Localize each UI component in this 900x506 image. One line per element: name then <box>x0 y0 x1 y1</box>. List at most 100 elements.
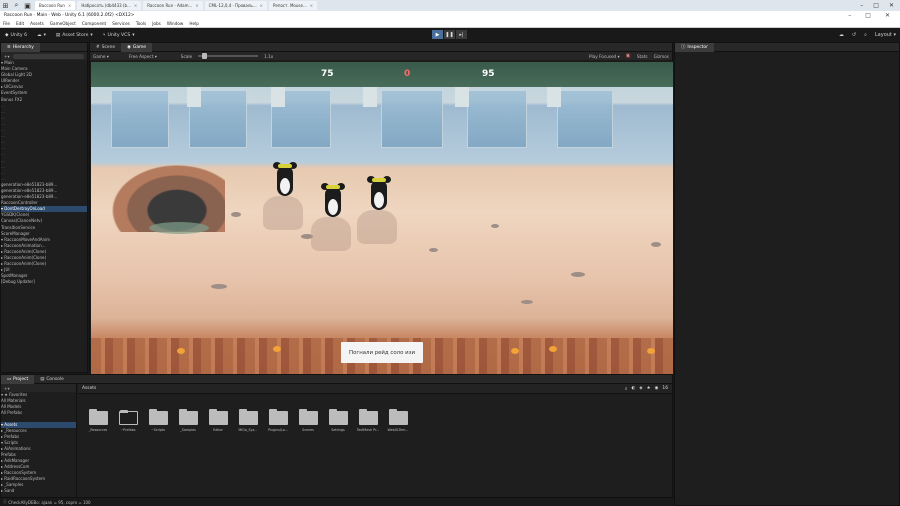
folder-item[interactable]: WebGLTem... <box>388 409 408 432</box>
aspect-dropdown[interactable]: Free Aspect ▾ <box>129 54 157 59</box>
project-tree-row[interactable]: ▸ Sand <box>1 488 76 494</box>
flower <box>647 348 655 354</box>
window-maximize-icon[interactable]: □ <box>865 12 871 19</box>
step-button[interactable]: ▸| <box>456 30 467 39</box>
menu-item-gameobject[interactable]: GameObject <box>50 21 76 26</box>
folder-item[interactable]: Editor <box>208 409 228 432</box>
rock <box>491 224 499 228</box>
folder-label: Plugins/Lo... <box>268 428 288 432</box>
display-label: Game <box>93 53 106 59</box>
layout-dropdown[interactable]: Layout ▾ <box>875 32 896 38</box>
minimize-icon[interactable]: – <box>860 2 863 9</box>
unity-logo-icon: ◆ <box>5 32 9 38</box>
hierarchy-search-input[interactable] <box>12 53 84 59</box>
display-dropdown[interactable]: Game ▾ <box>93 54 109 59</box>
star-icon[interactable]: ★ <box>647 386 651 392</box>
browser-tab[interactable]: Baccoon Run × <box>35 1 76 10</box>
folder-item[interactable]: ~Prefabs <box>118 410 138 432</box>
windows-start-icon[interactable]: ⊞ <box>0 0 11 11</box>
wall-panel <box>111 90 169 148</box>
menu-item-assets[interactable]: Assets <box>30 21 44 26</box>
folder-item[interactable]: Scenes <box>298 409 318 432</box>
stone-arch <box>105 160 225 232</box>
folder-item[interactable]: Plugins/Lo... <box>268 409 288 432</box>
browser-tab[interactable]: Raccoon Run · Adam... × <box>143 1 203 10</box>
cloud-button[interactable]: ☁ ▾ <box>32 30 51 40</box>
folder-icon <box>358 409 378 425</box>
asset-store-button[interactable]: ▤ Asset Store ▾ <box>51 30 98 40</box>
folder-label: Scenes <box>302 428 314 432</box>
taskview-icon[interactable]: ▣ <box>22 0 33 11</box>
tab-close-icon[interactable]: × <box>195 3 198 8</box>
scale-slider[interactable] <box>198 53 259 59</box>
list-icon: ≡ <box>7 44 11 50</box>
folder-item[interactable]: TextMesh Pr... <box>357 409 379 432</box>
menu-item-edit[interactable]: Edit <box>16 21 24 26</box>
window-close-icon[interactable]: ✕ <box>885 12 890 19</box>
score-middle: 0 <box>404 69 411 79</box>
eye-icon[interactable]: ◉ <box>655 386 659 392</box>
tab-project[interactable]: ▭ Project <box>1 374 35 384</box>
tab-close-icon[interactable]: × <box>260 3 263 8</box>
tab-close-icon[interactable]: × <box>310 3 313 8</box>
add-icon[interactable]: +▾ <box>4 54 10 59</box>
menu-item-jobs[interactable]: Jobs <box>152 21 161 26</box>
os-window-controls: – □ ✕ <box>860 2 900 9</box>
wall-panel <box>381 90 443 148</box>
tab-close-icon[interactable]: × <box>68 3 71 8</box>
maximize-icon[interactable]: □ <box>873 2 879 9</box>
account-button[interactable]: ◆ Unity 6 <box>0 30 32 40</box>
browser-tab[interactable]: Репост. Mouse... × <box>268 1 318 10</box>
folder-item[interactable]: _Resources <box>88 409 108 432</box>
game-tabbar: # Scene ◉ Game <box>90 42 672 52</box>
services-icon[interactable]: ☁ <box>839 32 844 38</box>
menu-item-file[interactable]: File <box>3 21 10 26</box>
tab-close-icon[interactable]: × <box>134 3 137 8</box>
folder-item[interactable]: MiGa_Sys... <box>238 409 258 432</box>
play-button[interactable]: ▶ <box>432 30 443 39</box>
folder-item[interactable]: Settings <box>328 409 348 432</box>
menu-item-services[interactable]: Services <box>112 21 130 26</box>
menu-item-help[interactable]: Help <box>189 21 199 26</box>
stats-button[interactable]: Stats <box>637 54 648 59</box>
folder-item[interactable]: ~Scripts <box>148 409 168 432</box>
menu-item-component[interactable]: Component <box>82 21 106 26</box>
scale-slider-knob[interactable] <box>202 53 208 59</box>
browser-tab-label: Raccoon Run · Adam... <box>147 3 193 8</box>
browser-tab[interactable]: CML-12,0,4 · Проваль... × <box>204 1 267 10</box>
status-message[interactable]: CheckAllyDEBo: ajaan = 95, copro = 100 <box>8 500 90 505</box>
mute-icon[interactable]: 🔇 <box>626 53 631 59</box>
search-global-icon[interactable]: ⌕ <box>864 32 867 38</box>
hierarchy-row[interactable]: [Debug Updater] <box>1 279 87 285</box>
score-bar <box>91 62 673 87</box>
vcs-button[interactable]: ⑂ Unity VCS ▾ <box>98 30 140 40</box>
search-icon[interactable]: ⌕ <box>625 386 627 392</box>
search-icon[interactable]: ⌕ <box>11 0 22 11</box>
label-icon[interactable]: ◈ <box>639 386 642 392</box>
history-icon[interactable]: ↺ <box>852 32 856 38</box>
browser-tab-label: CML-12,0,4 · Проваль... <box>208 3 257 8</box>
menu-item-window[interactable]: Window <box>167 21 184 26</box>
project-panel: ▭ Project ▤ Console +▾ ▾ ★ Favorites All M… <box>0 374 673 499</box>
play-focused-dropdown[interactable]: Play Focused ▾ <box>589 54 620 59</box>
tab-game[interactable]: ◉ Game <box>121 42 152 52</box>
browser-tab-label: Baccoon Run <box>39 3 65 8</box>
tab-hierarchy[interactable]: ≡ Hierarchy <box>1 42 40 52</box>
add-icon[interactable]: +▾ <box>4 386 10 391</box>
tab-scene[interactable]: # Scene <box>90 43 121 52</box>
window-minimize-icon[interactable]: – <box>848 12 851 19</box>
fence-post <box>455 87 469 107</box>
tab-console[interactable]: ▤ Console <box>34 375 70 384</box>
tab-inspector[interactable]: ⓘ Inspector <box>675 42 714 52</box>
pause-button[interactable]: ❚❚ <box>444 30 455 39</box>
raccoon-character <box>311 179 351 251</box>
folder-item[interactable]: _Samples <box>178 409 198 432</box>
close-icon[interactable]: ✕ <box>889 2 894 9</box>
browser-tab[interactable]: Набросать (db4433 (b... × <box>77 1 142 10</box>
aspect-label: Free Aspect <box>128 53 154 59</box>
menu-item-tools[interactable]: Tools <box>136 21 146 26</box>
filter-icon[interactable]: ◐ <box>631 386 635 392</box>
game-render[interactable]: 75 0 95 Погнали рейд соло изи <box>91 62 673 374</box>
gizmos-button[interactable]: Gizmos <box>654 54 669 59</box>
folder-icon <box>148 409 168 425</box>
